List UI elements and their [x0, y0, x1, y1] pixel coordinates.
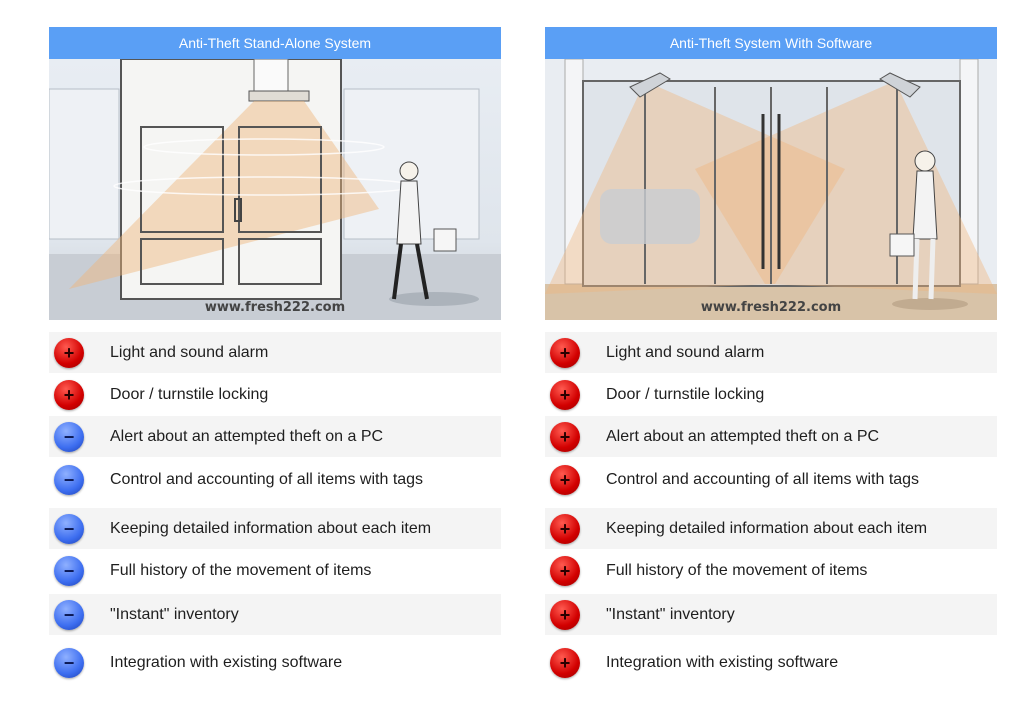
plus-icon: + [54, 379, 84, 410]
stand-alone-system-panel: Anti-Theft Stand-Alone System www.fresh2… [49, 27, 501, 678]
feature-label: Light and sound alarm [606, 343, 765, 361]
storefront-scene-image [545, 59, 997, 320]
stand-alone-illustration: www.fresh222.com [49, 59, 501, 320]
feature-label: "Instant" inventory [110, 605, 239, 623]
feature-label: Integration with existing software [606, 653, 839, 671]
feature-label: Door / turnstile locking [606, 385, 765, 403]
feature-label: Light and sound alarm [110, 343, 269, 361]
plus-icon: + [550, 599, 580, 630]
feature-row: + Light and sound alarm [545, 332, 997, 373]
feature-row: − "Instant" inventory [49, 594, 501, 635]
feature-label: Full history of the movement of items [606, 561, 868, 579]
plus-icon: + [550, 464, 580, 495]
feature-label: Control and accounting of all items with… [110, 470, 424, 488]
panel-header: Anti-Theft System With Software [545, 27, 997, 59]
software-illustration: www.fresh222.com [545, 59, 997, 320]
feature-label: Keeping detailed information about each … [606, 519, 928, 537]
panel-title: Anti-Theft Stand-Alone System [178, 35, 372, 51]
plus-icon: + [54, 337, 84, 368]
watermark-text: www.fresh222.com [700, 300, 842, 315]
feature-row: + Door / turnstile locking [49, 374, 501, 415]
feature-label: Alert about an attempted theft on a PC [110, 427, 384, 445]
feature-label: Door / turnstile locking [110, 385, 269, 403]
feature-row: + Keeping detailed information about eac… [545, 508, 997, 549]
panel-title: Anti-Theft System With Software [669, 35, 873, 51]
feature-row: + Integration with existing software [545, 642, 997, 683]
feature-row: + Door / turnstile locking [545, 374, 997, 415]
plus-icon: + [550, 421, 580, 452]
minus-icon: − [54, 464, 84, 495]
minus-icon: − [54, 555, 84, 586]
feature-label: Integration with existing software [110, 653, 343, 671]
plus-icon: + [550, 513, 580, 544]
plus-icon: + [550, 337, 580, 368]
feature-row: − Alert about an attempted theft on a PC [49, 416, 501, 457]
feature-row: − Full history of the movement of items [49, 550, 501, 591]
feature-label: Full history of the movement of items [110, 561, 372, 579]
plus-icon: + [550, 555, 580, 586]
software-system-panel: Anti-Theft System With Software www.fres… [545, 27, 997, 678]
panel-header: Anti-Theft Stand-Alone System [49, 27, 501, 59]
feature-row: + Alert about an attempted theft on a PC [545, 416, 997, 457]
feature-row: + Control and accounting of all items wi… [545, 459, 997, 500]
plus-icon: + [550, 379, 580, 410]
feature-row: − Keeping detailed information about eac… [49, 508, 501, 549]
feature-row: + Light and sound alarm [49, 332, 501, 373]
feature-label: Control and accounting of all items with… [606, 470, 920, 488]
plus-icon: + [550, 647, 580, 678]
minus-icon: − [54, 513, 84, 544]
minus-icon: − [54, 599, 84, 630]
feature-row: + "Instant" inventory [545, 594, 997, 635]
door-scene-image [49, 59, 501, 320]
feature-row: − Integration with existing software [49, 642, 501, 683]
watermark-text: www.fresh222.com [204, 300, 346, 315]
feature-row: + Full history of the movement of items [545, 550, 997, 591]
feature-label: Keeping detailed information about each … [110, 519, 432, 537]
feature-row: − Control and accounting of all items wi… [49, 459, 501, 500]
feature-label: "Instant" inventory [606, 605, 735, 623]
minus-icon: − [54, 421, 84, 452]
minus-icon: − [54, 647, 84, 678]
feature-label: Alert about an attempted theft on a PC [606, 427, 880, 445]
